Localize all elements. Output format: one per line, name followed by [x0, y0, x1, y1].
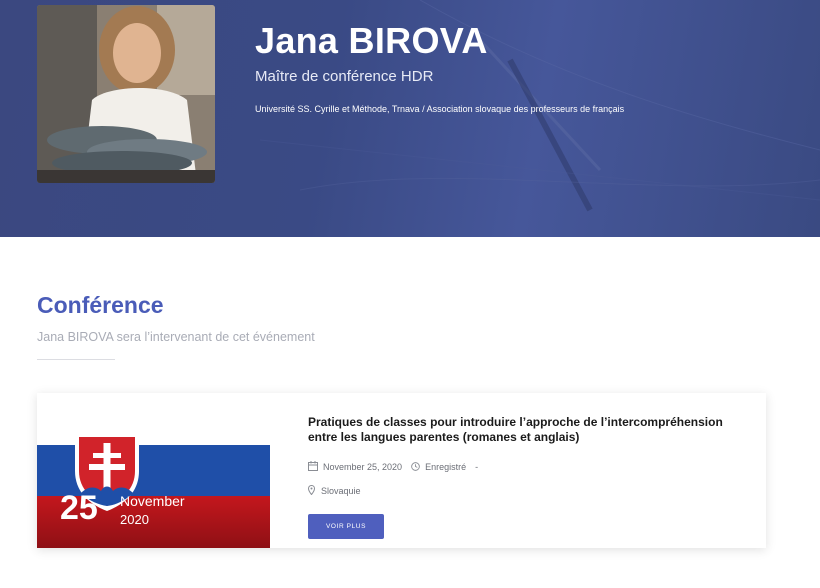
speaker-photo-image	[37, 5, 215, 183]
event-date-month: November	[120, 493, 185, 509]
section-divider	[37, 359, 115, 360]
event-title[interactable]: Pratiques de classes pour introduire l’a…	[308, 415, 748, 445]
event-status: Enregistré	[425, 462, 467, 472]
event-card[interactable]: 25 November 2020 Pratiques de classes po…	[37, 393, 766, 548]
section-subtitle: Jana BIROVA sera l’intervenant de cet év…	[37, 330, 315, 344]
section-title: Conférence	[37, 292, 164, 318]
event-date-day: 25	[60, 489, 98, 527]
event-meta: November 25, 2020 Enregistré -	[308, 460, 478, 474]
speaker-title: Maître de conférence HDR	[255, 68, 434, 85]
see-more-button[interactable]: VOIR PLUS	[308, 514, 384, 539]
event-date-text: November 25, 2020	[323, 462, 403, 472]
speaker-photo	[37, 5, 215, 183]
event-location: Slovaquie	[307, 484, 361, 498]
event-location-text: Slovaquie	[321, 486, 361, 496]
speaker-hero: Jana BIROVA Maître de conférence HDR Uni…	[0, 0, 820, 237]
map-pin-icon	[307, 484, 316, 497]
event-status-suffix: -	[475, 462, 479, 472]
event-thumbnail[interactable]: 25 November 2020	[37, 393, 270, 548]
clock-icon	[411, 461, 420, 473]
calendar-icon	[308, 461, 318, 473]
speaker-name: Jana BIROVA	[255, 20, 488, 61]
speaker-organization: Université SS. Cyrille et Méthode, Trnav…	[255, 104, 625, 114]
event-date-year: 2020	[120, 512, 149, 527]
